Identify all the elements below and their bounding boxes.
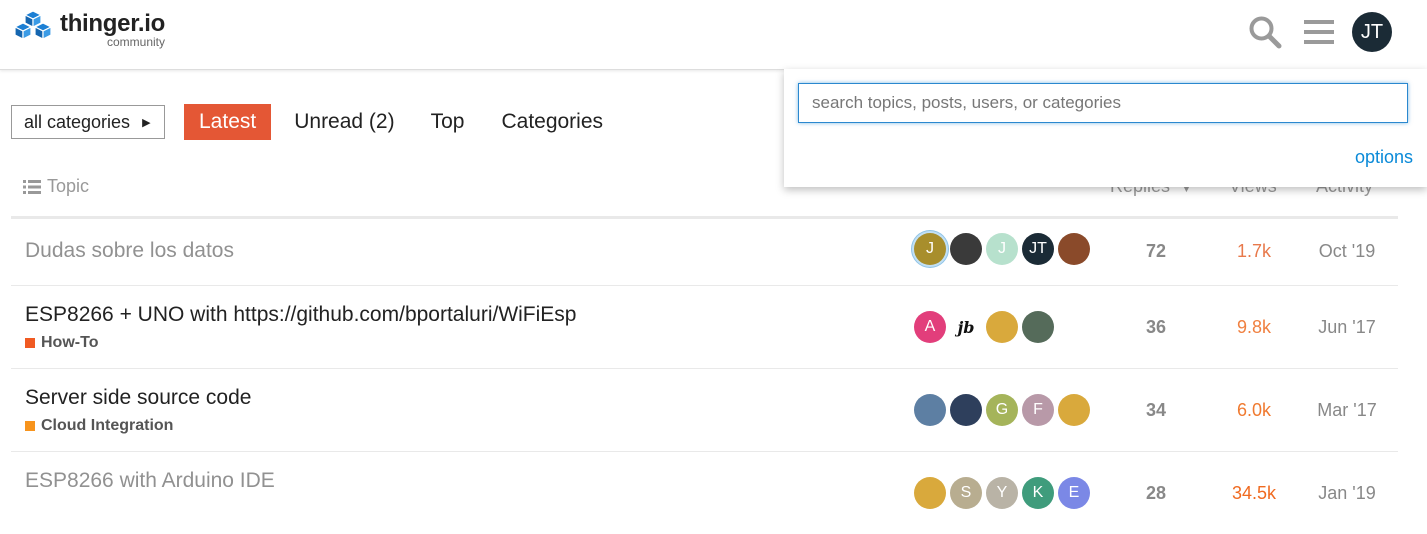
view-count: 6.0k	[1236, 400, 1272, 420]
posters-list: Ajb	[914, 311, 1058, 343]
hamburger-menu-icon	[1304, 20, 1334, 44]
posters-list: SYKE	[914, 477, 1094, 509]
poster-avatar[interactable]: jb	[950, 311, 982, 343]
activity-date[interactable]: Mar '17	[1309, 400, 1385, 421]
poster-avatar[interactable]	[1022, 311, 1054, 343]
column-topic: Topic	[23, 176, 89, 197]
activity-date[interactable]: Jun '17	[1309, 317, 1385, 338]
poster-avatar[interactable]: F	[1022, 394, 1054, 426]
view-count: 1.7k	[1236, 241, 1272, 261]
category-badge[interactable]: How-To	[25, 334, 98, 352]
topic-title-link[interactable]: Dudas sobre los datos	[25, 239, 234, 263]
poster-avatar[interactable]: E	[1058, 477, 1090, 509]
category-color-swatch	[25, 421, 35, 431]
column-topic-label: Topic	[47, 176, 90, 196]
search-options-link[interactable]: options	[1355, 147, 1413, 168]
poster-avatar[interactable]: JT	[1022, 233, 1054, 265]
poster-avatar[interactable]: Y	[986, 477, 1018, 509]
activity-date[interactable]: Jan '19	[1309, 483, 1385, 504]
view-count: 34.5k	[1231, 483, 1277, 503]
poster-avatar[interactable]: A	[914, 311, 946, 343]
posters-list: J J JT	[914, 233, 1094, 265]
search-icon	[1249, 16, 1282, 49]
poster-avatar[interactable]: J	[914, 233, 946, 265]
category-color-swatch	[25, 338, 35, 348]
poster-avatar[interactable]: S	[950, 477, 982, 509]
category-name: Cloud Integration	[41, 417, 174, 434]
poster-avatar[interactable]: J	[986, 233, 1018, 265]
nav-tab-categories[interactable]: Categories	[486, 104, 618, 140]
list-icon	[23, 179, 41, 194]
site-logo[interactable]: thinger.io community	[14, 10, 165, 49]
view-count: 9.8k	[1236, 317, 1272, 337]
category-name: How-To	[41, 334, 99, 351]
reply-count[interactable]: 72	[1131, 241, 1181, 262]
poster-avatar[interactable]	[1058, 233, 1090, 265]
poster-avatar[interactable]: K	[1022, 477, 1054, 509]
poster-avatar[interactable]	[950, 394, 982, 426]
menu-button[interactable]	[1300, 13, 1338, 51]
reply-count[interactable]: 34	[1131, 400, 1181, 421]
user-avatar[interactable]: JT	[1352, 12, 1392, 52]
activity-date[interactable]: Oct '19	[1309, 241, 1385, 262]
category-badge[interactable]: Cloud Integration	[25, 417, 173, 435]
table-row: Server side source code Cloud Integratio…	[11, 369, 1398, 452]
nav-tab-unread[interactable]: Unread (2)	[279, 104, 409, 140]
category-dropdown-label: all categories	[24, 111, 131, 132]
topic-title-link[interactable]: Server side source code	[25, 386, 251, 410]
poster-avatar[interactable]	[1058, 394, 1090, 426]
table-row: ESP8266 with Arduino IDE SYKE 28 34.5k J…	[11, 452, 1398, 534]
nav-tab-latest[interactable]: Latest	[184, 104, 272, 140]
search-button[interactable]	[1246, 13, 1284, 51]
topic-title-link[interactable]: ESP8266 + UNO with https://github.com/bp…	[25, 303, 577, 327]
poster-avatar[interactable]: G	[986, 394, 1018, 426]
thinger-cubes-icon	[14, 10, 52, 40]
reply-count[interactable]: 28	[1131, 483, 1181, 504]
site-header: thinger.io community JT	[0, 0, 1427, 70]
poster-avatar[interactable]	[914, 394, 946, 426]
poster-avatar[interactable]	[914, 477, 946, 509]
search-input[interactable]	[798, 83, 1408, 123]
topic-navigation: all categories ▶ Latest Unread (2) Top C…	[11, 104, 618, 140]
topic-title-link[interactable]: ESP8266 with Arduino IDE	[25, 469, 275, 493]
poster-avatar[interactable]	[950, 233, 982, 265]
reply-count[interactable]: 36	[1131, 317, 1181, 338]
posters-list: GF	[914, 394, 1094, 426]
category-dropdown[interactable]: all categories ▶	[11, 105, 165, 139]
table-row: Dudas sobre los datos J J JT 72 1.7k Oct '…	[11, 219, 1398, 286]
table-row: ESP8266 + UNO with https://github.com/bp…	[11, 286, 1398, 369]
poster-avatar[interactable]	[986, 311, 1018, 343]
search-dropdown: options	[784, 69, 1427, 187]
nav-tab-top[interactable]: Top	[416, 104, 480, 140]
logo-title: thinger.io	[60, 10, 166, 37]
caret-right-icon: ▶	[142, 116, 151, 129]
